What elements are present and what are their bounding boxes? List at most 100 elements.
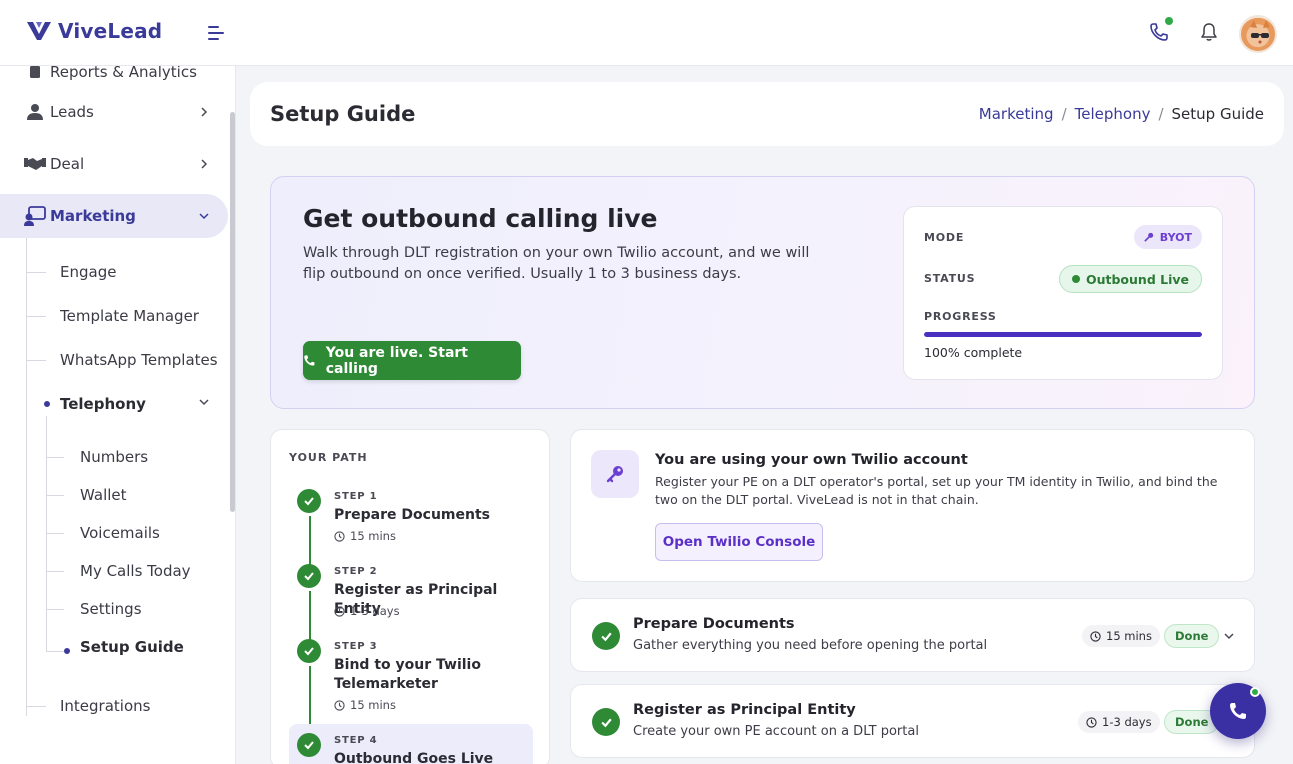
sidebar-item-telephony[interactable]: Telephony bbox=[60, 395, 146, 413]
sidebar-item-setup-guide[interactable]: Setup Guide bbox=[80, 638, 184, 656]
tree-line bbox=[46, 533, 64, 534]
sidebar-item-settings[interactable]: Settings bbox=[80, 600, 142, 618]
check-icon bbox=[297, 489, 321, 513]
mode-badge: BYOT bbox=[1133, 225, 1202, 249]
path-step[interactable]: STEP 1 Prepare Documents 15 mins bbox=[289, 487, 533, 547]
status-value: Outbound Live bbox=[1085, 271, 1189, 287]
chevron-down-icon[interactable] bbox=[198, 396, 210, 408]
hero-panel: Get outbound calling live Walk through D… bbox=[270, 176, 1255, 409]
progress-bar bbox=[924, 332, 1202, 337]
phone-status-icon[interactable] bbox=[1147, 17, 1173, 44]
progress-fill bbox=[924, 332, 1202, 337]
step-time: 15 mins bbox=[334, 529, 396, 543]
breadcrumb-current: Setup Guide bbox=[1171, 105, 1264, 123]
sidebar: Reports & Analytics Leads Deal Marketing… bbox=[0, 66, 236, 764]
step-title: Bind to your Twilio Telemarketer bbox=[334, 657, 481, 692]
sidebar-item-label: Deal bbox=[50, 155, 85, 173]
vivelead-logo-icon bbox=[27, 22, 51, 40]
sidebar-item-whatsapp-templates[interactable]: WhatsApp Templates bbox=[60, 351, 218, 369]
step-title: Prepare Documents bbox=[334, 507, 490, 523]
sidebar-item-template-manager[interactable]: Template Manager bbox=[60, 307, 199, 325]
hero-description: Walk through DLT registration on your ow… bbox=[303, 245, 810, 282]
sidebar-item-numbers[interactable]: Numbers bbox=[80, 448, 148, 466]
step-time-value: 15 mins bbox=[350, 529, 396, 543]
path-heading: YOUR PATH bbox=[289, 451, 368, 464]
step-number: STEP 4 bbox=[334, 735, 378, 746]
chevron-right-icon bbox=[201, 159, 208, 169]
tree-line bbox=[46, 651, 64, 652]
chevron-down-icon bbox=[199, 213, 209, 220]
logo[interactable]: ViveLead bbox=[26, 19, 162, 43]
report-icon bbox=[24, 66, 46, 83]
tree-line bbox=[46, 609, 64, 610]
clock-icon bbox=[1090, 630, 1101, 642]
sidebar-item-marketing[interactable]: Marketing bbox=[0, 194, 228, 238]
check-icon bbox=[297, 733, 321, 757]
info-description: Register your PE on a DLT operator's por… bbox=[655, 474, 1218, 507]
key-icon bbox=[1144, 232, 1153, 242]
sidebar-item-leads[interactable]: Leads bbox=[0, 90, 228, 134]
check-icon bbox=[592, 708, 620, 736]
progress-text: 100% complete bbox=[924, 345, 1023, 360]
sidebar-item-label: Reports & Analytics bbox=[50, 66, 197, 81]
chevron-down-icon[interactable] bbox=[1223, 630, 1235, 642]
accordion-title: Register as Principal Entity bbox=[633, 702, 856, 718]
start-calling-button[interactable]: You are live. Start calling bbox=[303, 341, 521, 380]
sidebar-item-wallet[interactable]: Wallet bbox=[80, 486, 127, 504]
tree-line bbox=[26, 238, 27, 716]
sidebar-item-integrations[interactable]: Integrations bbox=[60, 697, 150, 715]
menu-toggle-icon[interactable] bbox=[206, 24, 226, 42]
step-number: STEP 2 bbox=[334, 566, 378, 577]
floating-call-button[interactable] bbox=[1210, 683, 1266, 739]
status-card: MODE BYOT STATUS Outbound Live PROGRESS … bbox=[903, 206, 1223, 380]
accordion-subtitle: Create your own PE account on a DLT port… bbox=[633, 724, 919, 739]
open-twilio-console-button[interactable]: Open Twilio Console bbox=[655, 523, 823, 561]
hero-title: Get outbound calling live bbox=[303, 204, 658, 233]
user-icon bbox=[24, 101, 46, 123]
step-accordion[interactable]: Register as Principal Entity Create your… bbox=[570, 684, 1255, 758]
check-icon bbox=[297, 639, 321, 663]
path-step[interactable]: STEP 2 Register as Principal Entity 1-3 … bbox=[289, 562, 533, 622]
avatar[interactable] bbox=[1239, 15, 1277, 53]
active-dot bbox=[64, 648, 70, 654]
sidebar-item-voicemails[interactable]: Voicemails bbox=[80, 524, 160, 542]
sidebar-item-my-calls-today[interactable]: My Calls Today bbox=[80, 562, 191, 580]
sidebar-item-engage[interactable]: Engage bbox=[60, 263, 116, 281]
phone-icon bbox=[304, 355, 315, 366]
clock-icon bbox=[334, 699, 345, 711]
marketing-icon bbox=[24, 205, 46, 227]
step-time-value: 1-3 days bbox=[350, 604, 400, 618]
sidebar-scrollbar[interactable] bbox=[230, 112, 235, 512]
clock-icon bbox=[334, 530, 345, 542]
breadcrumb-separator: / bbox=[1158, 105, 1164, 123]
breadcrumb-marketing[interactable]: Marketing bbox=[979, 105, 1054, 123]
path-step-current[interactable]: STEP 4 Outbound Goes Live bbox=[289, 724, 533, 764]
path-step[interactable]: STEP 3 Bind to your Twilio Telemarketer … bbox=[289, 637, 533, 717]
tree-line bbox=[26, 360, 46, 361]
progress-label: PROGRESS bbox=[924, 310, 997, 323]
sidebar-item-label: Leads bbox=[50, 103, 94, 121]
step-number: STEP 3 bbox=[334, 641, 378, 652]
breadcrumb-telephony[interactable]: Telephony bbox=[1075, 105, 1151, 123]
breadcrumb-separator: / bbox=[1061, 105, 1067, 123]
step-accordion[interactable]: Prepare Documents Gather everything you … bbox=[570, 598, 1255, 672]
clock-icon bbox=[1086, 716, 1097, 728]
sidebar-item-deal[interactable]: Deal bbox=[0, 142, 228, 186]
page-title: Setup Guide bbox=[270, 102, 416, 126]
page-header: Setup Guide Marketing / Telephony / Setu… bbox=[250, 82, 1284, 146]
top-bar: ViveLead bbox=[0, 0, 1293, 66]
status-badge: Outbound Live bbox=[1058, 265, 1202, 293]
phone-icon bbox=[1230, 703, 1246, 719]
tree-line bbox=[26, 706, 46, 707]
tree-line bbox=[46, 457, 64, 458]
handshake-icon bbox=[24, 153, 46, 175]
check-icon bbox=[592, 622, 620, 650]
accordion-subtitle: Gather everything you need before openin… bbox=[633, 638, 988, 653]
key-icon bbox=[591, 450, 639, 498]
path-card: YOUR PATH STEP 1 Prepare Documents 15 mi… bbox=[270, 429, 550, 764]
tree-line bbox=[46, 416, 47, 652]
clock-icon bbox=[334, 605, 345, 617]
step-number: STEP 1 bbox=[334, 491, 378, 502]
bell-icon[interactable] bbox=[1197, 20, 1221, 44]
duration-value: 1-3 days bbox=[1102, 715, 1152, 729]
